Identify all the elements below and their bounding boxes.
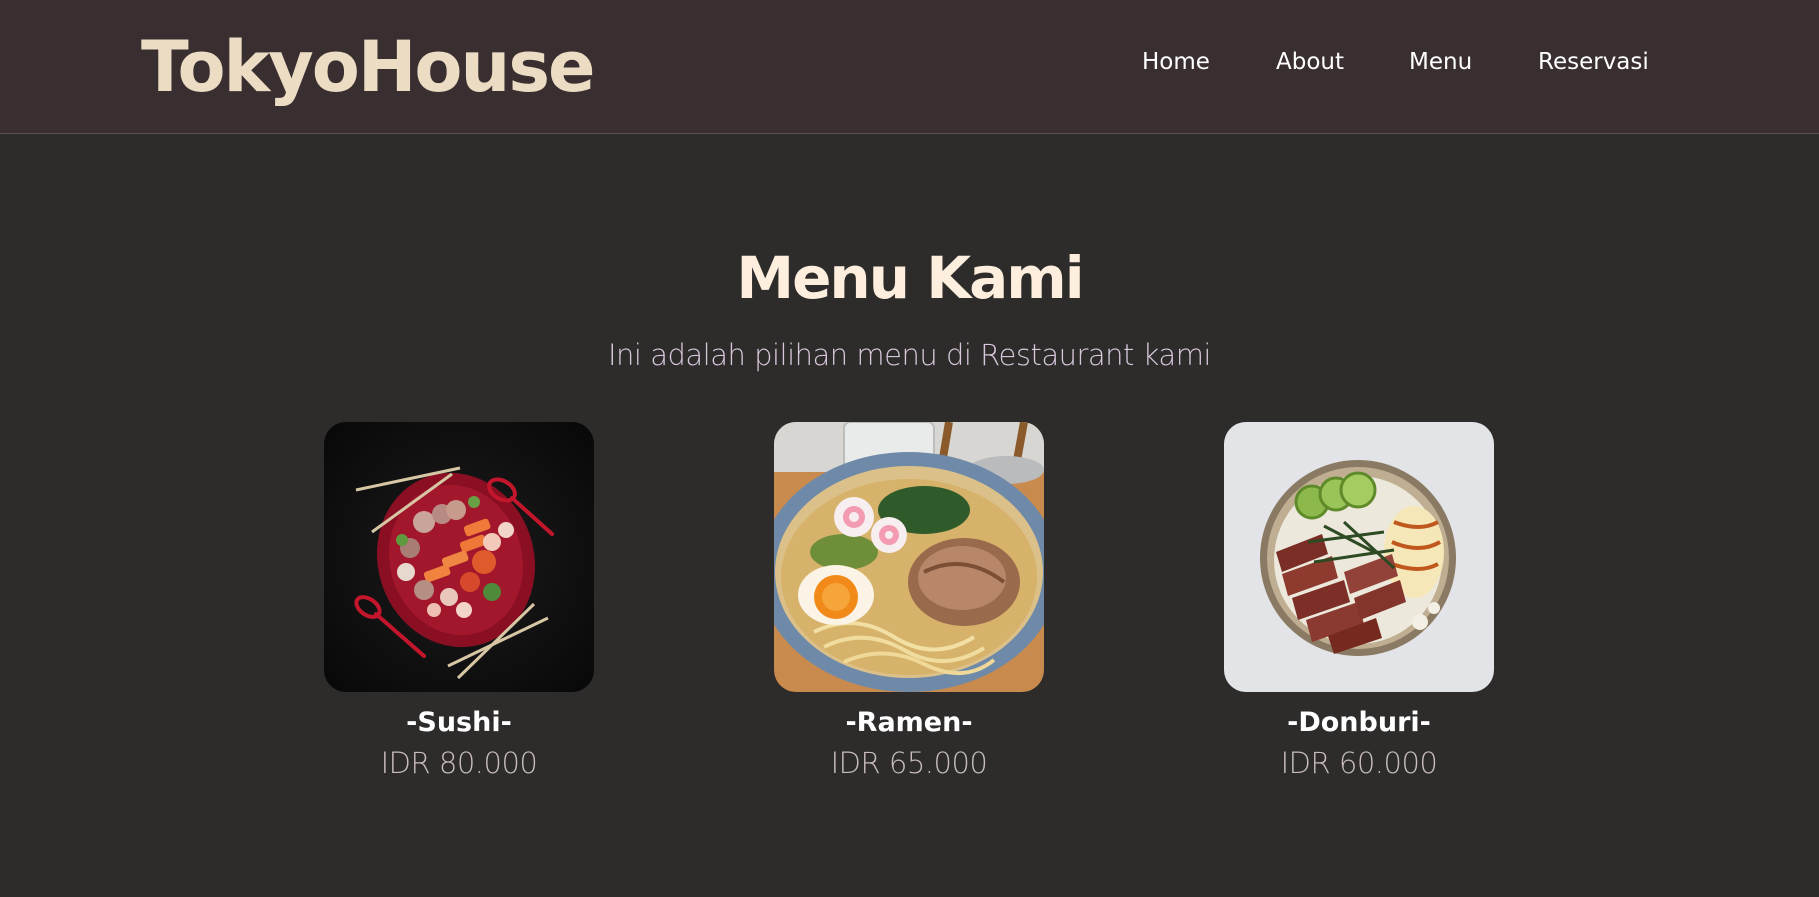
menu-item-name: -Sushi- xyxy=(406,707,512,738)
nav-links: Home About Menu Reservasi xyxy=(0,46,1819,78)
nav-link-home[interactable]: Home xyxy=(1142,46,1210,78)
menu-section: Menu Kami Ini adalah pilihan menu di Res… xyxy=(0,135,1819,897)
nav-link-menu[interactable]: Menu xyxy=(1409,46,1472,78)
menu-item-price: IDR 60.000 xyxy=(1280,746,1438,780)
menu-card-sushi: -Sushi- IDR 80.000 xyxy=(324,422,594,782)
nav-link-about[interactable]: About xyxy=(1276,46,1344,78)
navbar: TokyoHouse Home About Menu Reservasi xyxy=(0,0,1819,134)
menu-title: Menu Kami xyxy=(736,244,1084,312)
donburi-bowl-photo xyxy=(1224,422,1494,692)
menu-item-name: -Donburi- xyxy=(1287,707,1431,738)
menu-item-price: IDR 80.000 xyxy=(380,746,538,780)
menu-item-price: IDR 65.000 xyxy=(830,746,988,780)
ramen-bowl-photo xyxy=(774,422,1044,692)
menu-item-name: -Ramen- xyxy=(845,707,973,738)
menu-subtitle: Ini adalah pilihan menu di Restaurant ka… xyxy=(607,338,1212,372)
menu-card-ramen: -Ramen- IDR 65.000 xyxy=(774,422,1044,782)
nav-link-reservasi[interactable]: Reservasi xyxy=(1538,46,1649,78)
menu-card-donburi: -Donburi- IDR 60.000 xyxy=(1224,422,1494,782)
sushi-platter-photo xyxy=(324,422,594,692)
